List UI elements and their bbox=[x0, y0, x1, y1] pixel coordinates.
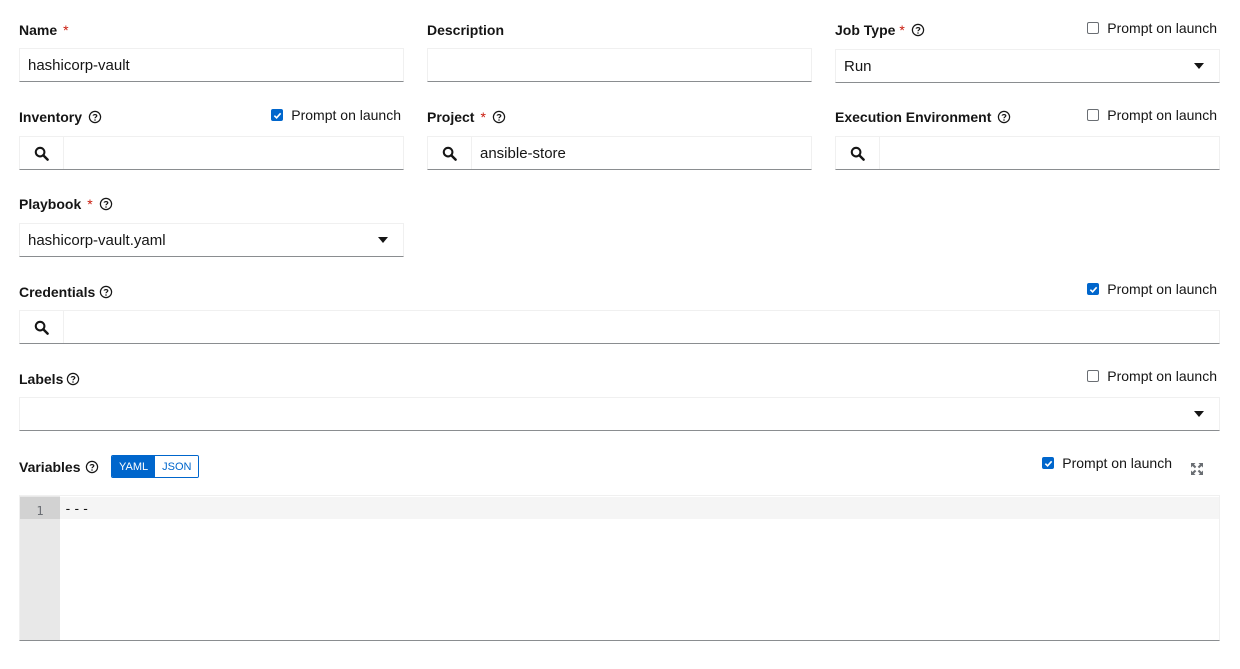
job-type-label: Job Type bbox=[835, 22, 896, 38]
checkmark-icon bbox=[1089, 286, 1098, 293]
prompt-on-launch-label: Prompt on launch bbox=[1107, 20, 1217, 36]
execution-environment-lookup[interactable] bbox=[835, 136, 1220, 170]
description-group: Description bbox=[427, 20, 812, 82]
json-toggle-button[interactable]: JSON bbox=[155, 456, 199, 477]
checkmark-icon bbox=[273, 112, 282, 119]
variables-format-toggle: YAML JSON bbox=[111, 455, 200, 478]
search-icon[interactable] bbox=[20, 311, 64, 343]
project-lookup[interactable]: ansible-store bbox=[427, 136, 812, 170]
description-label: Description bbox=[427, 22, 505, 38]
labels-group: Labels Prompt on launch bbox=[19, 368, 1220, 431]
playbook-select-value: hashicorp-vault.yaml bbox=[28, 231, 166, 249]
project-group: Project * ansible-store bbox=[427, 107, 812, 170]
required-marker: * bbox=[87, 196, 93, 212]
prompt-on-launch-label: Prompt on launch bbox=[1062, 455, 1172, 471]
variables-code-editor[interactable]: 1 --- bbox=[19, 495, 1220, 641]
execution-environment-group: Execution Environment Prompt on launch bbox=[835, 107, 1220, 170]
playbook-label: Playbook bbox=[19, 196, 82, 212]
checkbox-unchecked[interactable] bbox=[1087, 109, 1100, 121]
execution-environment-prompt-checkbox[interactable]: Prompt on launch bbox=[1087, 107, 1217, 123]
editor-gutter: 1 bbox=[20, 496, 60, 640]
inventory-label: Inventory bbox=[19, 109, 83, 125]
question-circle-icon[interactable] bbox=[492, 110, 506, 124]
inventory-prompt-checkbox[interactable]: Prompt on launch bbox=[271, 107, 401, 123]
caret-down-icon bbox=[1179, 63, 1219, 69]
variables-group: Variables YAML JSON Prompt on launch bbox=[19, 454, 1220, 484]
job-type-group: Job Type * Prompt on launch Run bbox=[835, 20, 1220, 83]
expand-icon[interactable] bbox=[1190, 462, 1204, 476]
checkbox-checked[interactable] bbox=[1087, 283, 1100, 295]
name-input-value: hashicorp-vault bbox=[28, 56, 130, 74]
labels-label: Labels bbox=[19, 371, 64, 387]
checkbox-checked[interactable] bbox=[1042, 457, 1055, 469]
labels-prompt-checkbox[interactable]: Prompt on launch bbox=[1087, 368, 1217, 384]
required-marker: * bbox=[899, 22, 905, 38]
checkbox-unchecked[interactable] bbox=[1087, 22, 1100, 34]
credentials-label: Credentials bbox=[19, 284, 96, 300]
line-number: 1 bbox=[36, 504, 44, 518]
inventory-lookup[interactable] bbox=[19, 136, 404, 170]
checkmark-icon bbox=[1044, 460, 1053, 467]
question-circle-icon[interactable] bbox=[997, 110, 1011, 124]
playbook-select[interactable]: hashicorp-vault.yaml bbox=[19, 223, 404, 257]
search-icon[interactable] bbox=[428, 137, 472, 169]
prompt-on-launch-label: Prompt on launch bbox=[1107, 368, 1217, 384]
credentials-lookup[interactable] bbox=[19, 310, 1220, 344]
active-line-highlight bbox=[60, 497, 1219, 519]
question-circle-icon[interactable] bbox=[99, 285, 113, 299]
inventory-group: Inventory Prompt on launch bbox=[19, 107, 404, 170]
search-icon[interactable] bbox=[20, 137, 64, 169]
labels-select[interactable] bbox=[19, 397, 1220, 431]
name-label: Name bbox=[19, 22, 58, 38]
required-marker: * bbox=[63, 22, 69, 38]
checkbox-unchecked[interactable] bbox=[1087, 370, 1100, 382]
caret-down-icon bbox=[1179, 411, 1219, 417]
question-circle-icon[interactable] bbox=[66, 372, 80, 386]
code-line: --- bbox=[64, 502, 91, 517]
question-circle-icon[interactable] bbox=[99, 197, 113, 211]
variables-prompt-checkbox[interactable]: Prompt on launch bbox=[1042, 455, 1172, 471]
prompt-on-launch-label: Prompt on launch bbox=[291, 107, 401, 123]
description-input[interactable] bbox=[427, 48, 812, 82]
variables-label: Variables bbox=[19, 459, 81, 475]
job-type-prompt-checkbox[interactable]: Prompt on launch bbox=[1087, 20, 1217, 36]
yaml-toggle-button[interactable]: YAML bbox=[112, 456, 156, 477]
project-lookup-value: ansible-store bbox=[480, 144, 566, 162]
execution-environment-label: Execution Environment bbox=[835, 109, 992, 125]
question-circle-icon[interactable] bbox=[88, 110, 102, 124]
search-icon[interactable] bbox=[836, 137, 880, 169]
question-circle-icon[interactable] bbox=[85, 460, 99, 474]
checkbox-checked[interactable] bbox=[271, 109, 284, 121]
prompt-on-launch-label: Prompt on launch bbox=[1107, 281, 1217, 297]
playbook-group: Playbook * hashicorp-vault.yaml bbox=[19, 194, 404, 257]
question-circle-icon[interactable] bbox=[911, 23, 925, 37]
credentials-group: Credentials Prompt on launch bbox=[19, 281, 1220, 344]
caret-down-icon bbox=[363, 237, 403, 243]
project-label: Project bbox=[427, 109, 475, 125]
job-type-select-value: Run bbox=[844, 57, 872, 75]
required-marker: * bbox=[480, 109, 486, 125]
credentials-prompt-checkbox[interactable]: Prompt on launch bbox=[1087, 281, 1217, 297]
name-group: Name * hashicorp-vault bbox=[19, 20, 404, 82]
job-template-form: Name * hashicorp-vault Description Job T… bbox=[0, 0, 1240, 669]
job-type-select[interactable]: Run bbox=[835, 49, 1220, 83]
prompt-on-launch-label: Prompt on launch bbox=[1107, 107, 1217, 123]
name-input[interactable]: hashicorp-vault bbox=[19, 48, 404, 82]
